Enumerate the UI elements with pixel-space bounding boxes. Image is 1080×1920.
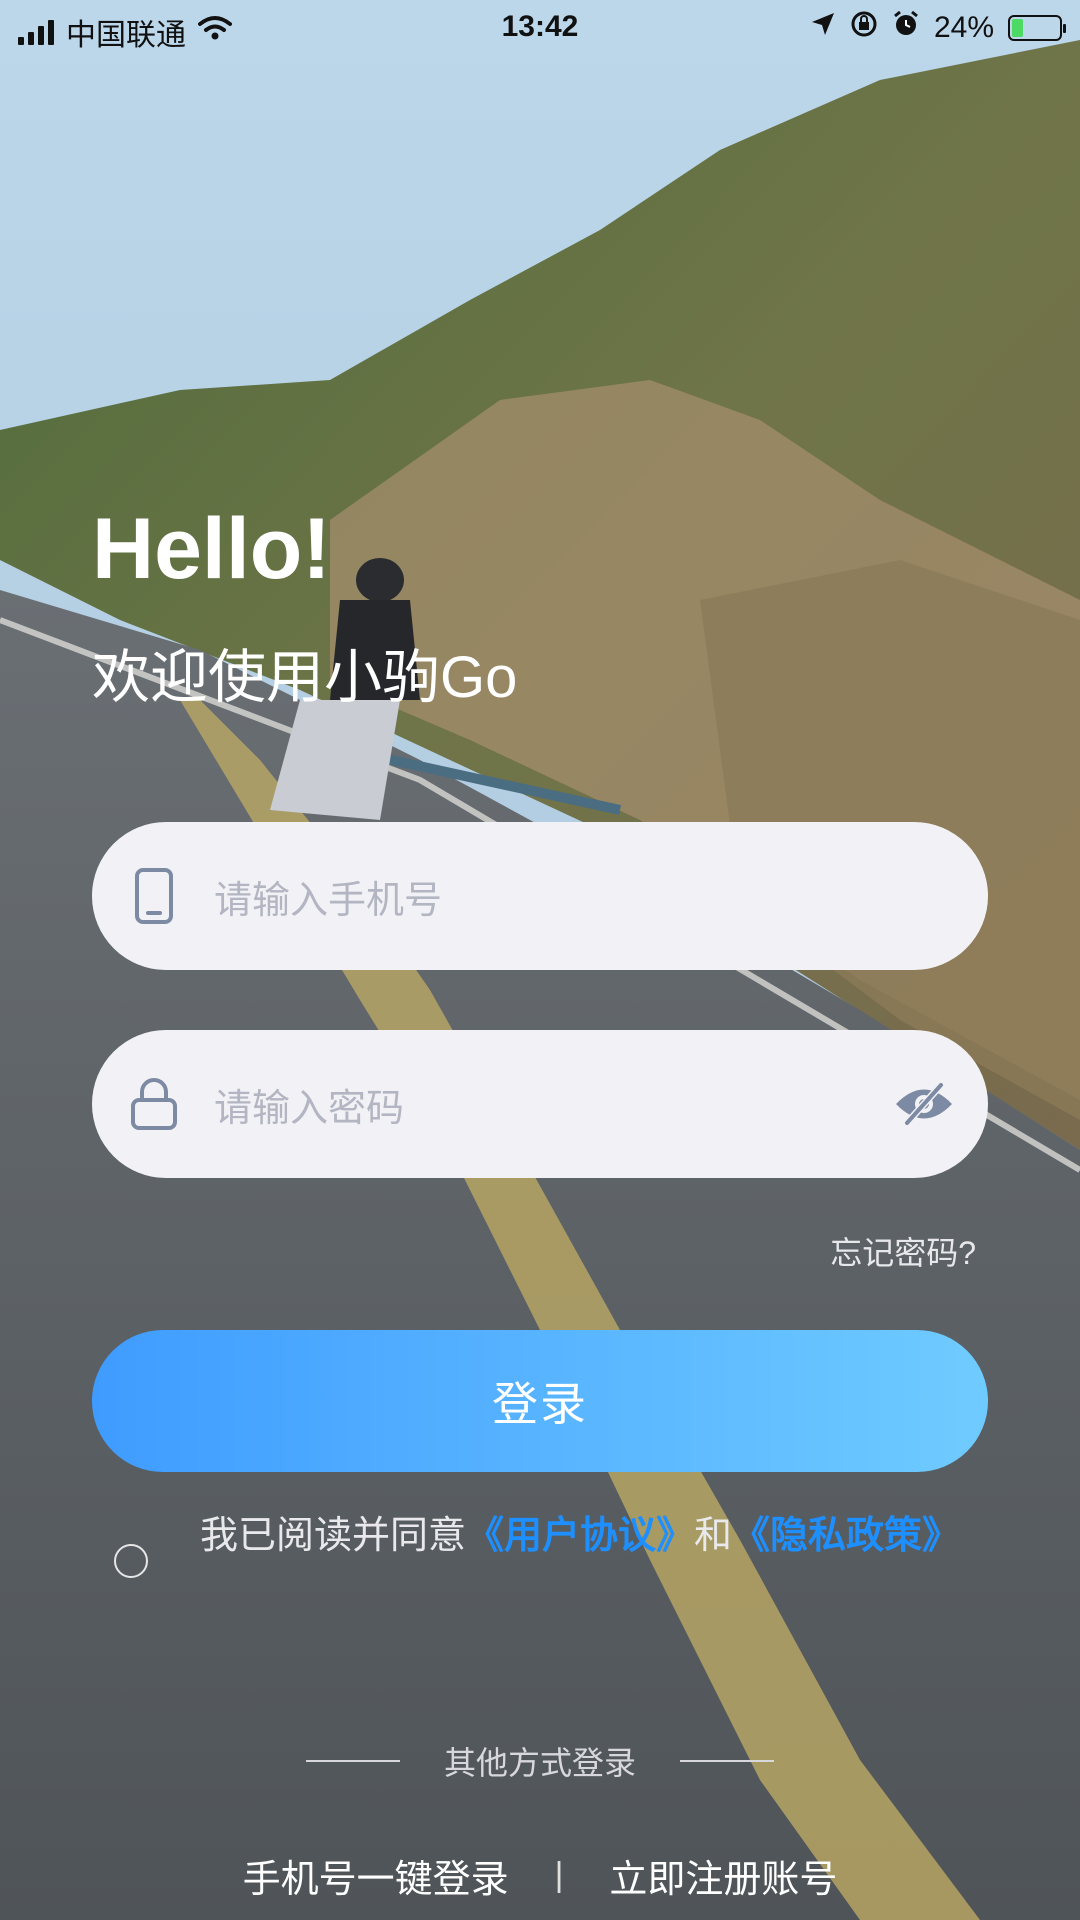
agreement-checkbox[interactable] [114,1544,148,1578]
status-bar: 中国联通 13:42 24% [0,0,1080,60]
other-login-label: 其他方式登录 [443,1745,636,1781]
eye-off-icon[interactable] [892,1074,956,1134]
agreement-prefix: 我已阅读并同意 [200,1515,467,1557]
divider-line-right [680,1760,774,1762]
other-login-divider: 其他方式登录 [0,1738,1080,1784]
phone-field[interactable]: 请输入手机号 [92,822,988,970]
forgot-password-link[interactable]: 忘记密码? [830,1228,976,1274]
password-field[interactable]: 请输入密码 [92,1030,988,1178]
battery-percent: 24% [933,11,994,44]
password-input[interactable]: 请输入密码 [214,1077,892,1132]
greeting-title: Hello! [92,501,331,597]
privacy-policy-link[interactable]: 《隐私政策》 [732,1515,960,1557]
one-click-login-link[interactable]: 手机号一键登录 [243,1848,509,1903]
divider-line-left [305,1760,400,1762]
agreement-text: 我已阅读并同意《用户协议》和《隐私政策》 [200,1510,980,1562]
greeting-subtitle: 欢迎使用小驹Go [92,645,518,710]
actions-separator: | [554,1856,564,1894]
battery-charging-icon [1008,15,1066,41]
login-button[interactable]: 登录 [92,1330,988,1472]
phone-icon [128,866,180,926]
lock-icon [128,1074,180,1134]
rotation-lock-icon [850,10,878,46]
alternative-actions: 手机号一键登录 | 立即注册账号 [0,1848,1080,1903]
location-arrow-icon [810,11,836,45]
phone-input[interactable]: 请输入手机号 [214,869,956,924]
alarm-icon [892,10,920,46]
user-agreement-link[interactable]: 《用户协议》 [466,1515,694,1557]
agreement-conjunction: 和 [694,1515,733,1557]
register-link[interactable]: 立即注册账号 [609,1848,837,1903]
